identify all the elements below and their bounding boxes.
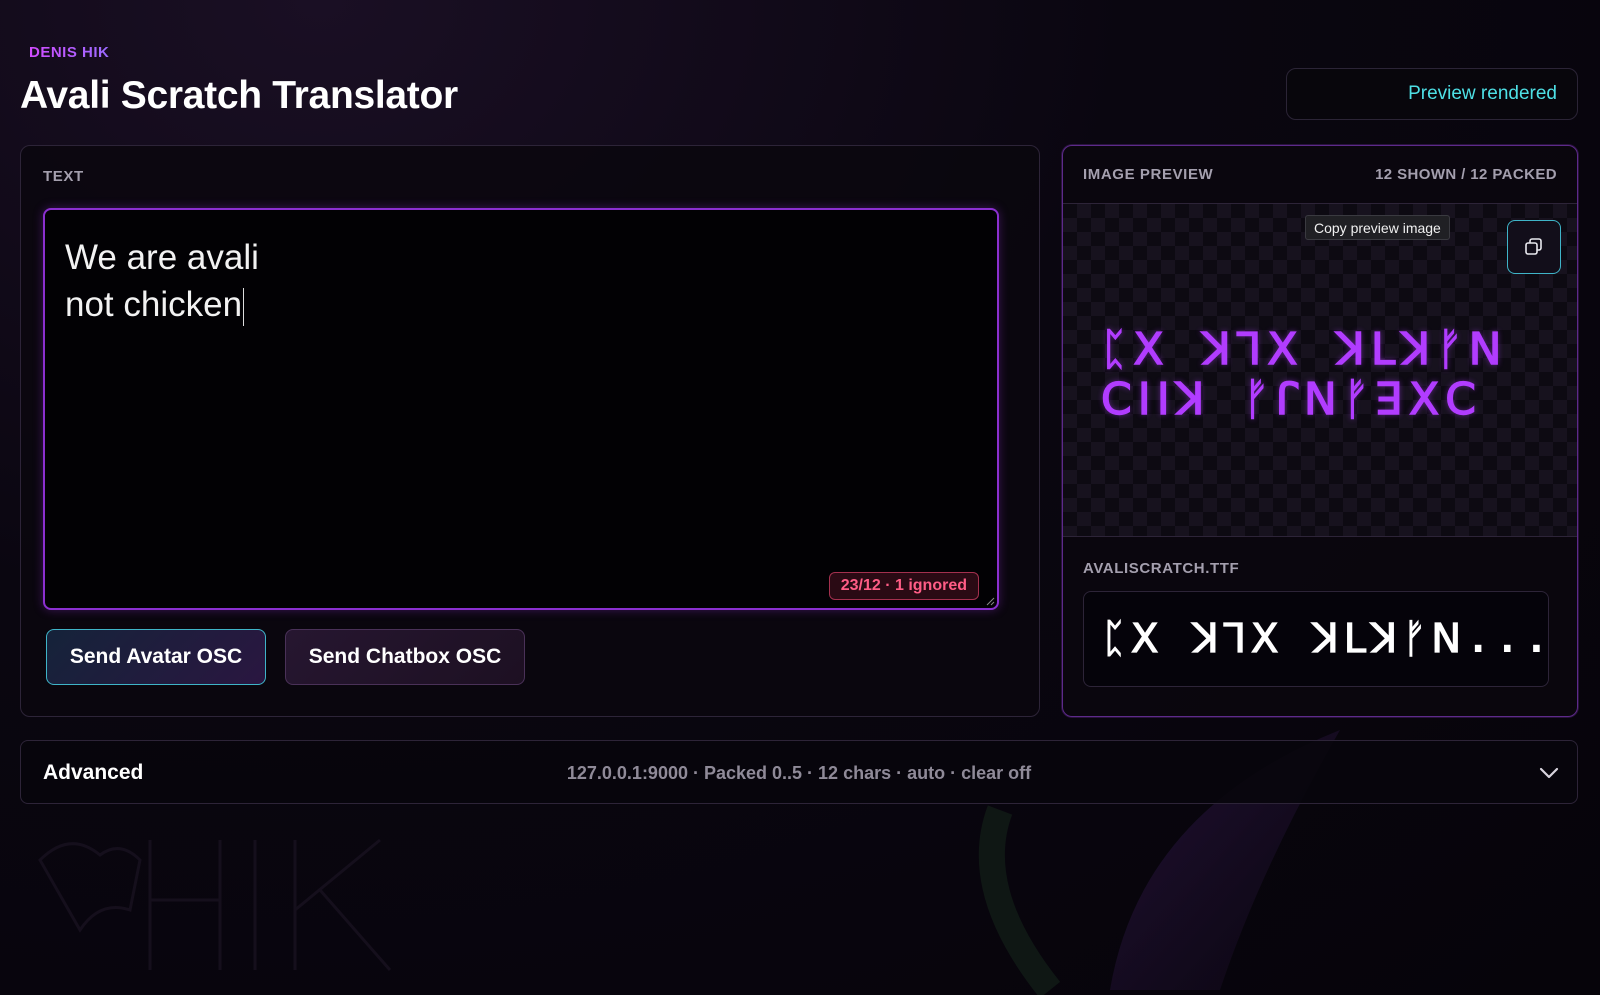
copy-preview-tooltip: Copy preview image xyxy=(1305,215,1450,240)
status-text: Preview rendered xyxy=(1408,83,1557,104)
font-file-label: AVALISCRATCH.TTF xyxy=(1083,560,1240,577)
image-preview-panel: IMAGE PREVIEW 12 SHOWN / 12 PACKED Copy … xyxy=(1062,145,1578,717)
copy-icon xyxy=(1525,238,1542,255)
text-section-label: TEXT xyxy=(43,168,84,185)
font-preview-box: ᛈꓫ ꓘꓶꓫ ꓘꓡꓘᚠꓠ... xyxy=(1083,591,1549,687)
status-indicator: Preview rendered xyxy=(1286,68,1578,120)
chevron-down-icon[interactable] xyxy=(1537,761,1561,785)
send-avatar-osc-button[interactable]: Send Avatar OSC xyxy=(46,629,266,685)
resize-grip-icon[interactable] xyxy=(985,596,995,606)
preview-header: IMAGE PREVIEW 12 SHOWN / 12 PACKED xyxy=(1063,146,1577,204)
advanced-summary: 127.0.0.1:9000 · Packed 0..5 · 12 chars … xyxy=(566,763,1032,783)
text-line-1: We are avali xyxy=(65,238,259,277)
char-counter-badge: 23/12 · 1 ignored xyxy=(828,572,979,600)
text-panel: TEXT We are avali not chicken 23/12 · 1 … xyxy=(20,145,1040,717)
text-caret xyxy=(243,287,245,326)
feather-watermark xyxy=(978,730,1340,995)
page-title: Avali Scratch Translator xyxy=(20,74,458,117)
text-input[interactable]: We are avali not chicken 23/12 · 1 ignor… xyxy=(43,208,999,610)
send-chatbox-osc-button[interactable]: Send Chatbox OSC xyxy=(285,629,525,685)
preview-glyph-line-2: ꓚꓲꓲꓘ ᚠꓩꓠᚠꓱꓫꓚ xyxy=(1101,374,1482,425)
advanced-section[interactable]: Advanced 127.0.0.1:9000 · Packed 0..5 · … xyxy=(20,740,1578,804)
preview-canvas: Copy preview image ᛈꓫ ꓘꓶꓫ ꓘꓡꓘᚠꓠ ꓚꓲꓲꓘ ᚠꓩꓠ… xyxy=(1063,204,1577,537)
preview-count: 12 SHOWN / 12 PACKED xyxy=(1375,166,1557,183)
app-header: DENIS HIK Avali Scratch Translator Previ… xyxy=(20,42,1578,122)
text-line-2: not chicken xyxy=(65,285,243,324)
preview-section-label: IMAGE PREVIEW xyxy=(1083,166,1214,183)
text-input-content[interactable]: We are avali not chicken xyxy=(65,234,259,328)
hik-logo-watermark xyxy=(38,838,392,971)
copy-preview-button[interactable] xyxy=(1507,220,1561,274)
font-preview-glyphs: ᛈꓫ ꓘꓶꓫ ꓘꓡꓘᚠꓠ... xyxy=(1102,616,1554,662)
preview-glyph-line-1: ᛈꓫ ꓘꓶꓫ ꓘꓡꓘᚠꓠ xyxy=(1101,324,1508,375)
brand-label: DENIS HIK xyxy=(29,44,110,61)
